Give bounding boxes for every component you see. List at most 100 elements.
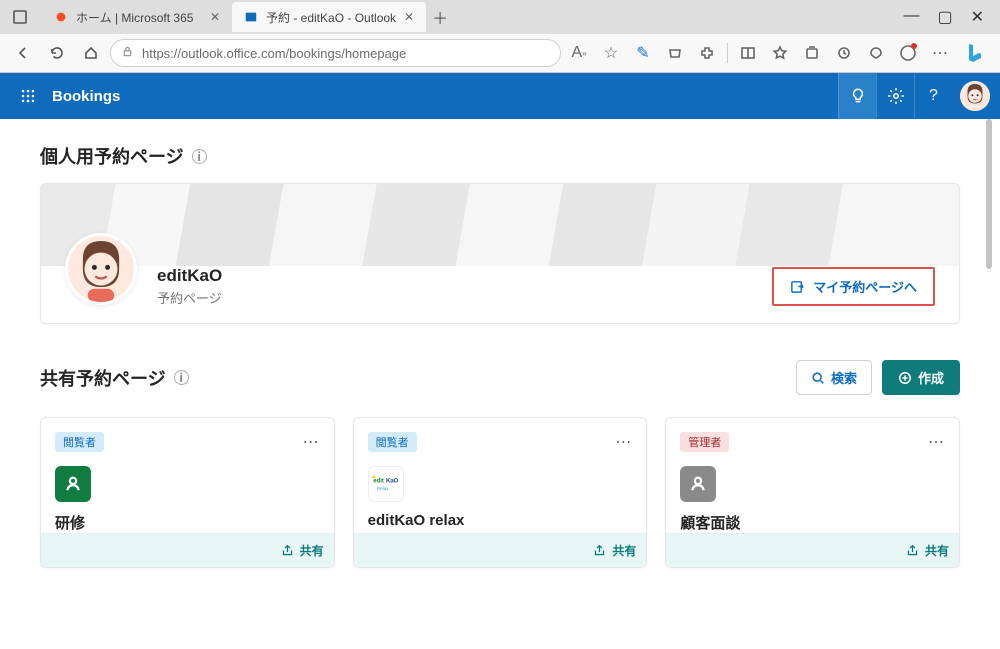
card-menu-icon[interactable]: ⋯ — [615, 432, 632, 452]
favorites-list-icon[interactable] — [766, 39, 794, 67]
address-bar[interactable]: https://outlook.office.com/bookings/home… — [110, 39, 561, 67]
browser-chrome: ホーム | Microsoft 365 ✕ 予約 - editKaO - Out… — [0, 0, 1000, 73]
split-screen-icon[interactable] — [734, 39, 762, 67]
nav-refresh-icon[interactable] — [42, 38, 72, 68]
role-badge: 閲覧者 — [368, 432, 417, 452]
app-name: Bookings — [52, 88, 120, 105]
personal-info: editKaO 予約ページ — [157, 266, 222, 307]
favorite-icon[interactable]: ☆ — [597, 39, 625, 67]
app-launcher-icon[interactable] — [10, 78, 46, 114]
person-icon — [688, 474, 708, 494]
window-maximize-icon[interactable]: ▢ — [937, 7, 952, 27]
card-title: 研修 — [55, 512, 320, 533]
read-aloud-icon[interactable]: A» — [565, 39, 593, 67]
card-icon — [680, 466, 716, 502]
card-icon: editKaORelax — [368, 466, 404, 502]
role-badge: 閲覧者 — [55, 432, 104, 452]
performance-icon[interactable] — [862, 39, 890, 67]
share-label: 共有 — [300, 542, 324, 559]
share-label: 共有 — [612, 542, 636, 559]
user-avatar[interactable] — [960, 81, 990, 111]
help-icon[interactable]: ? — [914, 73, 952, 119]
window-close-icon[interactable]: ✕ — [971, 7, 984, 27]
my-booking-page-button[interactable]: マイ予約ページへ — [774, 269, 933, 304]
booking-page-icon — [790, 279, 805, 294]
share-icon — [906, 544, 919, 557]
personal-subtitle: 予約ページ — [157, 288, 222, 307]
banner-image — [41, 184, 959, 266]
separator — [727, 43, 728, 63]
window-controls: — ▢ ✕ — [903, 7, 994, 27]
browser-tab-0[interactable]: ホーム | Microsoft 365 ✕ — [42, 2, 232, 32]
card-title: 顧客面談 — [680, 512, 945, 533]
edit-icon[interactable]: ✎ — [629, 39, 657, 67]
tab-actions-icon[interactable] — [6, 3, 34, 31]
favicon-outlook-icon — [244, 10, 258, 24]
card-title: editKaO relax — [368, 512, 633, 529]
search-icon — [811, 371, 825, 385]
my-booking-page-highlight: マイ予約ページへ — [772, 267, 935, 306]
role-badge: 管理者 — [680, 432, 729, 452]
collections-icon[interactable] — [798, 39, 826, 67]
share-button[interactable]: 共有 — [906, 542, 949, 559]
shared-section-header: 共有予約ページ i 検索 作成 — [40, 360, 960, 395]
svg-text:KaO: KaO — [386, 479, 399, 485]
settings-icon[interactable] — [876, 73, 914, 119]
info-icon[interactable]: i — [192, 149, 207, 164]
heading-text: 個人用予約ページ — [40, 143, 184, 169]
favicon-m365-icon — [54, 10, 68, 24]
share-button[interactable]: 共有 — [281, 542, 324, 559]
card-menu-icon[interactable]: ⋯ — [303, 432, 320, 452]
create-button[interactable]: 作成 — [882, 360, 960, 395]
button-label: 作成 — [918, 368, 944, 387]
heading-text: 共有予約ページ — [40, 365, 166, 391]
person-icon — [63, 474, 83, 494]
card-icon — [55, 466, 91, 502]
logo-icon: editKaORelax — [371, 474, 401, 494]
history-icon[interactable] — [830, 39, 858, 67]
share-label: 共有 — [925, 542, 949, 559]
shared-card[interactable]: 閲覧者 ⋯ editKaORelax editKaO relax 共有 — [353, 417, 648, 568]
profile-icon[interactable] — [894, 39, 922, 67]
window-minimize-icon[interactable]: — — [903, 7, 919, 27]
personal-booking-card: editKaO 予約ページ マイ予約ページへ — [40, 183, 960, 324]
app-header: Bookings ? — [0, 73, 1000, 119]
shared-section-heading: 共有予約ページ i — [40, 365, 796, 391]
shopping-icon[interactable] — [661, 39, 689, 67]
new-tab-button[interactable]: ＋ — [426, 5, 454, 29]
extensions-icon[interactable] — [693, 39, 721, 67]
share-icon — [281, 544, 294, 557]
share-icon — [593, 544, 606, 557]
search-button[interactable]: 検索 — [796, 360, 872, 395]
shared-card[interactable]: 管理者 ⋯ 顧客面談 共有 — [665, 417, 960, 568]
shared-card[interactable]: 閲覧者 ⋯ 研修 共有 — [40, 417, 335, 568]
shared-cards-row: 閲覧者 ⋯ 研修 共有 閲覧者 ⋯ — [40, 417, 960, 568]
svg-text:Relax: Relax — [377, 486, 389, 491]
close-tab-icon[interactable]: ✕ — [404, 10, 414, 24]
card-menu-icon[interactable]: ⋯ — [928, 432, 945, 452]
nav-back-icon[interactable] — [8, 38, 38, 68]
bing-chat-icon[interactable] — [958, 36, 992, 70]
site-lock-icon — [121, 45, 134, 61]
tab-strip: ホーム | Microsoft 365 ✕ 予約 - editKaO - Out… — [0, 0, 1000, 34]
tips-icon[interactable] — [838, 73, 876, 119]
browser-tab-1[interactable]: 予約 - editKaO - Outlook ✕ — [232, 2, 426, 32]
more-icon[interactable]: ⋯ — [926, 39, 954, 67]
button-label: 検索 — [831, 368, 857, 387]
svg-text:edit: edit — [373, 479, 384, 485]
scrollbar[interactable] — [986, 119, 992, 269]
share-button[interactable]: 共有 — [593, 542, 636, 559]
personal-name: editKaO — [157, 266, 222, 286]
personal-avatar — [65, 233, 137, 305]
address-bar-row: https://outlook.office.com/bookings/home… — [0, 34, 1000, 72]
content-viewport: 個人用予約ページ i editKaO 予約ページ マイ予約ページへ — [0, 119, 1000, 649]
info-icon[interactable]: i — [174, 370, 189, 385]
url-text: https://outlook.office.com/bookings/home… — [142, 46, 406, 61]
plus-circle-icon — [898, 371, 912, 385]
personal-section-heading: 個人用予約ページ i — [40, 143, 960, 169]
nav-home-icon[interactable] — [76, 38, 106, 68]
tab-title: ホーム | Microsoft 365 — [76, 9, 193, 26]
tab-title: 予約 - editKaO - Outlook — [266, 9, 396, 26]
button-label: マイ予約ページへ — [813, 277, 917, 296]
close-tab-icon[interactable]: ✕ — [210, 10, 220, 24]
